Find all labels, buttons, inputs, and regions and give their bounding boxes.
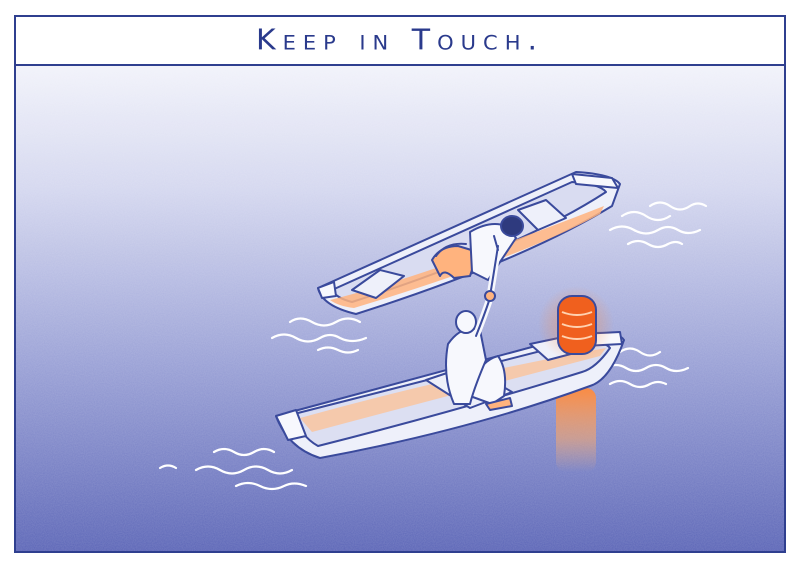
caption-text: Keep in Touch. — [255, 23, 545, 57]
boats-illustration — [0, 0, 800, 568]
lantern-reflection — [556, 388, 596, 472]
caption-bar: Keep in Touch. — [15, 16, 785, 64]
illustration-frame: Keep in Touch. — [0, 0, 800, 568]
paper-lantern — [557, 295, 597, 355]
